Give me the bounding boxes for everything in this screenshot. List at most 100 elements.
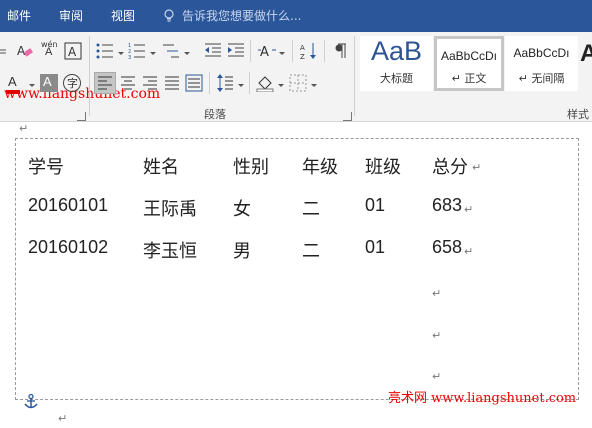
line-spacing-dropdown-icon[interactable] bbox=[238, 84, 244, 87]
font-color-dropdown-icon[interactable] bbox=[29, 84, 35, 87]
lightbulb-icon bbox=[164, 9, 174, 22]
align-center-icon[interactable] bbox=[119, 74, 137, 92]
paragraph-mark: ↵ bbox=[464, 203, 474, 216]
svg-text:A: A bbox=[300, 44, 305, 52]
font-color-button[interactable]: A bbox=[6, 74, 26, 94]
paragraph-mark: ↵ bbox=[432, 329, 442, 342]
style-next-tile-partial[interactable]: A bbox=[580, 40, 592, 70]
svg-text:3: 3 bbox=[128, 55, 131, 60]
style-heading-tile[interactable]: AaB 大标题 bbox=[360, 36, 433, 91]
table-cell: 01 bbox=[365, 237, 386, 257]
increase-indent-icon[interactable] bbox=[227, 42, 245, 60]
sort-icon[interactable]: A Z bbox=[300, 42, 318, 60]
chinese-layout-icon[interactable]: A bbox=[258, 42, 276, 60]
header-cell-gender: 性别 bbox=[233, 157, 269, 178]
header-cell-total: 总分 bbox=[432, 157, 468, 178]
borders-icon[interactable] bbox=[289, 74, 307, 92]
align-left-button[interactable] bbox=[94, 72, 116, 94]
paragraph-mark: ↵ bbox=[432, 370, 442, 383]
table-cell: 20160102 bbox=[28, 237, 109, 257]
document-area[interactable]: ↵ 学号 姓名 性别 年级 班级 总分 ↵ 20160101 王际禹 女 二 0… bbox=[0, 122, 592, 428]
character-shading-button[interactable]: A bbox=[40, 74, 58, 92]
clear-formatting-icon[interactable]: A bbox=[16, 42, 34, 60]
svg-text:A: A bbox=[260, 45, 269, 60]
paragraph-mark: ↵ bbox=[432, 287, 442, 300]
table-cell: 683 bbox=[432, 195, 463, 215]
group-separator bbox=[354, 36, 355, 116]
bullets-dropdown-icon[interactable] bbox=[118, 52, 124, 55]
style-normal-name: ↵ 正文 bbox=[451, 72, 487, 85]
style-normal-sample: AaBbCcDı bbox=[440, 49, 498, 63]
tab-mailings[interactable]: 邮件 bbox=[7, 0, 31, 32]
group-separator bbox=[89, 36, 90, 116]
multilevel-list-icon[interactable] bbox=[162, 42, 180, 60]
paragraph-group-launcher-icon[interactable] bbox=[343, 112, 352, 121]
tab-view[interactable]: 视图 bbox=[111, 0, 135, 32]
paragraph-group-label: 段落 bbox=[204, 108, 226, 121]
chinese-layout-dropdown-icon[interactable] bbox=[279, 52, 285, 55]
table-cell: 二 bbox=[302, 199, 320, 220]
table-cell: 王际禹 bbox=[143, 199, 197, 220]
style-normal-tile[interactable]: AaBbCcDı ↵ 正文 bbox=[434, 36, 504, 91]
style-no-spacing-sample: AaBbCcDı bbox=[513, 46, 570, 60]
character-border-icon[interactable]: A bbox=[64, 42, 82, 60]
bullets-icon[interactable] bbox=[96, 42, 114, 60]
style-heading-sample: AaB bbox=[370, 36, 423, 66]
table-cell: 20160101 bbox=[28, 195, 109, 215]
styles-group-label: 样式 bbox=[567, 108, 589, 121]
header-cell-student-id: 学号 bbox=[28, 157, 64, 178]
svg-text:Z: Z bbox=[300, 53, 305, 60]
button-separator bbox=[292, 40, 293, 62]
ribbon: A wén A A www.liangshunet.com A A 字 1 2 … bbox=[0, 32, 592, 122]
text-box[interactable]: 学号 姓名 性别 年级 班级 总分 ↵ 20160101 王际禹 女 二 01 … bbox=[15, 138, 579, 400]
paragraph-mark: ↵ bbox=[58, 412, 68, 425]
line-spacing-icon[interactable] bbox=[216, 74, 234, 92]
anchor-icon[interactable] bbox=[24, 394, 38, 410]
decrease-indent-icon[interactable] bbox=[204, 42, 222, 60]
font-color-swatch bbox=[6, 90, 20, 94]
svg-text:A: A bbox=[17, 44, 26, 58]
enclose-characters-button[interactable]: 字 bbox=[63, 74, 81, 92]
ribbon-tab-bar: 邮件 审阅 视图 告诉我您想要做什么... bbox=[0, 0, 592, 32]
align-left-icon bbox=[98, 76, 112, 90]
enclose-characters-label: 字 bbox=[67, 77, 78, 90]
justify-icon[interactable] bbox=[163, 74, 181, 92]
header-cell-name: 姓名 bbox=[143, 157, 179, 178]
tab-review[interactable]: 审阅 bbox=[59, 0, 83, 32]
style-no-spacing-name: ↵ 无间隔 bbox=[518, 72, 565, 85]
borders-dropdown-icon[interactable] bbox=[311, 84, 317, 87]
button-separator bbox=[324, 40, 325, 62]
paragraph-mark: ↵ bbox=[19, 122, 29, 135]
tell-me-placeholder: 告诉我您想要做什么... bbox=[182, 9, 302, 23]
multilevel-list-dropdown-icon[interactable] bbox=[184, 52, 190, 55]
style-no-spacing-tile[interactable]: AaBbCcDı ↵ 无间隔 bbox=[505, 36, 578, 91]
svg-text:A: A bbox=[68, 45, 77, 59]
header-cell-grade: 年级 bbox=[302, 157, 338, 178]
table-cell: 01 bbox=[365, 195, 386, 215]
numbering-icon[interactable]: 1 2 3 bbox=[128, 42, 146, 60]
button-separator bbox=[249, 72, 250, 94]
distributed-icon[interactable] bbox=[185, 74, 203, 92]
show-formatting-marks-icon[interactable] bbox=[332, 42, 350, 60]
font-size-dropdown-icon[interactable] bbox=[0, 42, 10, 60]
table-cell: 658 bbox=[432, 237, 463, 257]
style-heading-name: 大标题 bbox=[380, 72, 413, 85]
watermark-text-bottom: 亮术网 www.liangshunet.com bbox=[388, 391, 577, 406]
align-right-icon[interactable] bbox=[141, 74, 159, 92]
table-cell: 男 bbox=[233, 241, 251, 262]
phonetic-guide-a: A bbox=[45, 46, 53, 58]
paragraph-mark: ↵ bbox=[464, 245, 474, 258]
table-cell: 李玉恒 bbox=[143, 241, 197, 262]
character-shading-a: A bbox=[43, 74, 52, 89]
header-cell-class: 班级 bbox=[365, 157, 401, 178]
numbering-dropdown-icon[interactable] bbox=[150, 52, 156, 55]
phonetic-guide-button[interactable]: wén A bbox=[41, 40, 61, 60]
button-separator bbox=[250, 40, 251, 62]
shading-dropdown-icon[interactable] bbox=[278, 84, 284, 87]
shading-icon[interactable] bbox=[256, 74, 274, 92]
paragraph-mark: ↵ bbox=[472, 161, 482, 174]
font-color-a: A bbox=[8, 74, 17, 89]
button-separator bbox=[209, 72, 210, 94]
font-group-launcher-icon[interactable] bbox=[77, 112, 86, 121]
table-cell: 女 bbox=[233, 199, 251, 220]
